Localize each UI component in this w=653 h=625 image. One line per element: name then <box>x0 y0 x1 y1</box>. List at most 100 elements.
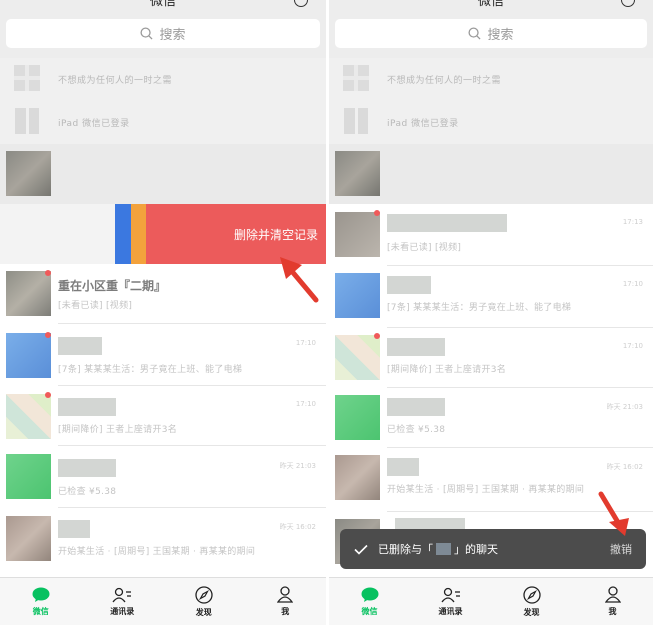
chat-name-masked <box>58 459 116 477</box>
unread-dot <box>374 210 380 216</box>
search-placeholder: 搜索 <box>487 28 514 43</box>
grid-icon <box>14 65 40 91</box>
search-bar[interactable]: 搜索 <box>335 19 647 48</box>
avatar <box>6 271 51 316</box>
tab-chats[interactable]: 微信 <box>329 578 410 625</box>
chat-row[interactable]: 17:10 [期间降价] 王者上座请开3名 <box>329 328 653 388</box>
tab-label: 微信 <box>32 606 49 616</box>
mini-program-row[interactable]: 不想成为任何人的一时之需 <box>329 58 653 98</box>
undo-button[interactable]: 撤销 <box>610 541 632 557</box>
tab-chats[interactable]: 微信 <box>0 578 82 625</box>
mini-row-text: iPad 微信已登录 <box>58 119 130 129</box>
chat-name: 重在小区重『二期』 <box>58 279 167 293</box>
tab-bar: 微信 通讯录 发现 我 <box>0 577 326 625</box>
chat-time: 17:10 <box>622 280 643 288</box>
mini-row-text: 不想成为任何人的一时之需 <box>58 76 173 86</box>
tab-label: 微信 <box>361 606 378 616</box>
chat-preview: [未看已读] [视频] <box>58 301 133 311</box>
toast-message: 已删除与「 」的聊天 <box>378 541 498 557</box>
tablet-icon <box>15 108 39 134</box>
chat-row[interactable]: 昨天 16:02 开始某生活 · [周期号] 王国某期 · 再某某的期间 <box>0 508 326 578</box>
chat-preview: [期间降价] 王者上座请开3名 <box>58 425 178 435</box>
unread-dot <box>45 332 51 338</box>
chat-name-masked <box>58 520 90 538</box>
ipad-login-row[interactable]: iPad 微信已登录 <box>0 98 326 144</box>
tab-label: 我 <box>608 607 617 616</box>
left-screen: 微信 搜索 不想成为任何人的一时之需 iPad 微信已登录 删除并清空记录 重在… <box>0 0 326 625</box>
chat-name-masked <box>58 398 116 416</box>
mark-unread-button[interactable] <box>115 204 131 264</box>
chat-preview: [7条] 某某某生活：男子竟在上班、能了电梯 <box>58 365 243 375</box>
unread-dot <box>45 270 51 276</box>
unread-dot <box>45 392 51 398</box>
mini-row-text: iPad 微信已登录 <box>387 119 459 129</box>
avatar <box>6 333 51 378</box>
avatar <box>335 395 380 440</box>
red-arrow-icon <box>280 257 319 303</box>
masked-name <box>436 543 451 555</box>
chat-row-pinned-top[interactable] <box>0 144 326 204</box>
chat-preview: 已检查 ¥5.38 <box>58 487 117 497</box>
page-title: 微信 <box>149 0 176 9</box>
grid-icon <box>343 65 369 91</box>
chat-bubble-icon <box>361 587 378 602</box>
chat-preview: [期间降价] 王者上座请开3名 <box>387 365 507 375</box>
check-icon <box>354 544 368 555</box>
search-placeholder: 搜索 <box>159 28 186 43</box>
hide-button[interactable] <box>131 204 146 264</box>
delete-clear-label: 删除并清空记录 <box>233 227 318 242</box>
mini-program-row[interactable]: 不想成为任何人的一时之需 <box>0 58 326 98</box>
chat-preview: [7条] 某某某生活：男子竟在上班、能了电梯 <box>387 303 572 313</box>
chat-bubble-icon <box>32 587 50 602</box>
tab-contacts[interactable]: 通讯录 <box>410 578 491 625</box>
chat-name-masked <box>387 214 507 232</box>
ipad-login-row[interactable]: iPad 微信已登录 <box>329 98 653 144</box>
chat-row[interactable]: 17:10 [期间降价] 王者上座请开3名 <box>0 386 326 446</box>
tab-discover[interactable]: 发现 <box>491 578 572 625</box>
tab-me[interactable]: 我 <box>245 578 327 625</box>
right-screen: 微信 搜索 不想成为任何人的一时之需 iPad 微信已登录 17:13 [未看已… <box>329 0 653 625</box>
tab-contacts[interactable]: 通讯录 <box>82 578 164 625</box>
page-title: 微信 <box>477 0 504 9</box>
chat-row[interactable]: 昨天 21:03 已检查 ¥5.38 <box>0 446 326 508</box>
chat-time: 17:10 <box>295 339 316 347</box>
chat-time: 昨天 16:02 <box>279 523 316 531</box>
chat-row[interactable]: 昨天 21:03 已检查 ¥5.38 <box>329 388 653 448</box>
tab-label: 发现 <box>523 607 540 617</box>
tab-label: 通讯录 <box>438 606 463 616</box>
avatar <box>335 273 380 318</box>
avatar <box>335 335 380 380</box>
chat-row[interactable]: 17:10 [7条] 某某某生活：男子竟在上班、能了电梯 <box>0 324 326 386</box>
chat-row[interactable]: 17:10 [7条] 某某某生活：男子竟在上班、能了电梯 <box>329 266 653 328</box>
red-arrow-icon <box>598 491 629 536</box>
chat-time: 17:10 <box>622 342 643 350</box>
tab-label: 通讯录 <box>110 606 135 616</box>
search-bar[interactable]: 搜索 <box>6 19 320 48</box>
chat-time: 17:13 <box>622 218 643 226</box>
tab-me[interactable]: 我 <box>572 578 653 625</box>
chat-name-masked <box>387 398 445 416</box>
chat-time: 昨天 16:02 <box>606 463 643 471</box>
avatar <box>6 151 51 196</box>
tab-bar: 微信 通讯录 发现 我 <box>329 577 653 625</box>
avatar <box>6 394 51 439</box>
chat-name-masked <box>387 338 445 356</box>
contacts-icon <box>112 587 132 602</box>
chat-time: 昨天 21:03 <box>606 403 643 411</box>
toast-suffix: 」的聊天 <box>454 543 498 556</box>
avatar <box>6 516 51 561</box>
tab-label: 我 <box>281 607 290 616</box>
chat-row-pinned-top[interactable] <box>329 144 653 204</box>
avatar <box>335 455 380 500</box>
chat-time: 昨天 21:03 <box>279 462 316 470</box>
chat-preview: 开始某生活 · [周期号] 王国某期 · 再某某的期间 <box>387 485 585 495</box>
chat-row[interactable]: 17:13 [未看已读] [视频] <box>329 204 653 266</box>
chat-name-masked <box>58 337 102 355</box>
unread-dot <box>374 333 380 339</box>
person-icon <box>277 586 294 603</box>
tab-discover[interactable]: 发现 <box>163 578 245 625</box>
chat-name-masked <box>387 276 431 294</box>
compass-icon <box>522 585 541 604</box>
contacts-icon <box>440 587 460 602</box>
avatar <box>335 212 380 257</box>
